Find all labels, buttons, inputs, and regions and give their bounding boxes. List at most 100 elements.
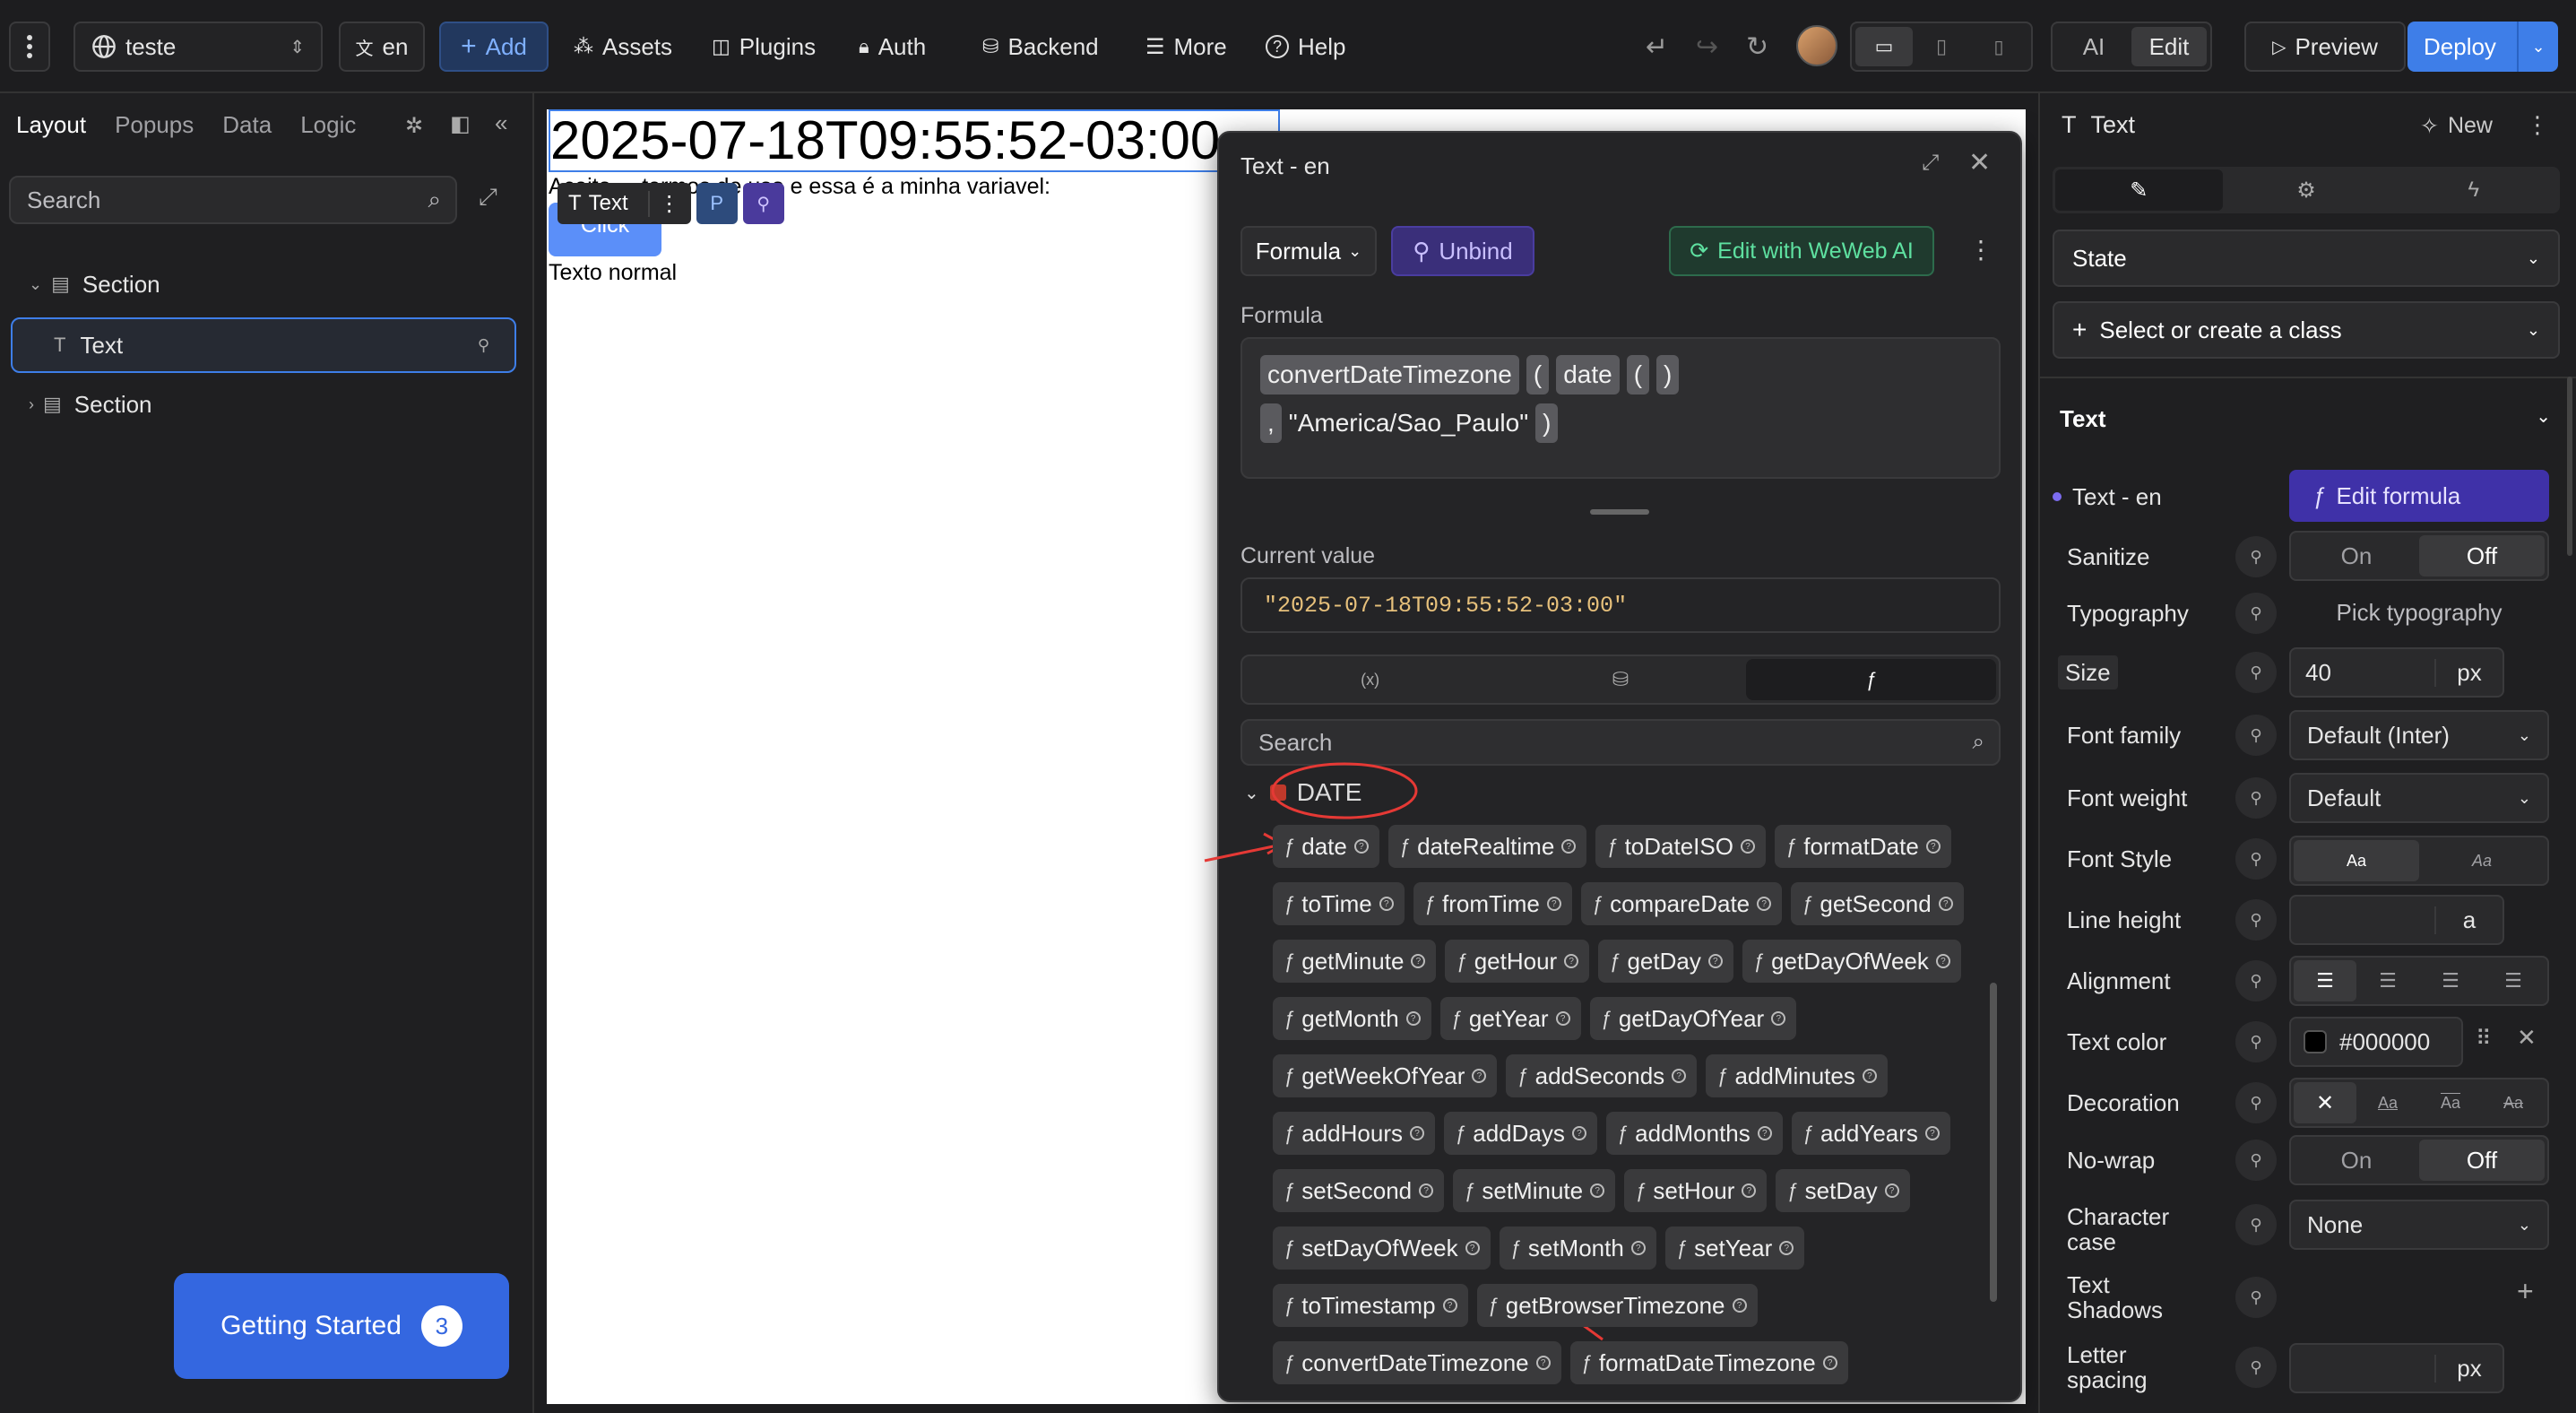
- function-chip[interactable]: ƒ date?: [1273, 825, 1379, 868]
- function-chip[interactable]: ƒ addMonths?: [1605, 1112, 1783, 1155]
- tab-data[interactable]: Data: [222, 111, 272, 139]
- panel-toggle-icon[interactable]: ◧: [450, 111, 471, 137]
- section-title[interactable]: Text ⌄: [2060, 405, 2551, 433]
- function-chip[interactable]: ƒ setDayOfWeek?: [1273, 1227, 1491, 1270]
- tab-style[interactable]: ✎: [2055, 169, 2223, 211]
- bind-typography-icon[interactable]: ⚲: [2235, 593, 2277, 634]
- info-icon[interactable]: ?: [1732, 1298, 1747, 1313]
- function-list-scrollbar[interactable]: [1990, 983, 1997, 1302]
- edit-formula-button[interactable]: ƒ Edit formula: [2289, 470, 2549, 522]
- info-icon[interactable]: ?: [1535, 1356, 1551, 1370]
- assets-button[interactable]: ⁂ Assets: [574, 22, 672, 72]
- tab-layout[interactable]: Layout: [16, 111, 86, 139]
- function-chip[interactable]: ƒ addDays?: [1443, 1112, 1597, 1155]
- bind-text-color-icon[interactable]: ⚲: [2235, 1021, 2277, 1062]
- tab-settings[interactable]: ⚙: [2223, 169, 2390, 211]
- info-icon[interactable]: ?: [1757, 897, 1772, 911]
- function-chip[interactable]: ƒ formatDate?: [1774, 825, 1951, 868]
- canvas-heading[interactable]: 2025-07-18T09:55:52-03:00: [549, 109, 1280, 172]
- info-icon[interactable]: ?: [1757, 1126, 1772, 1140]
- class-select[interactable]: + Select or create a class ⌄: [2053, 301, 2560, 359]
- sanitize-off[interactable]: Off: [2419, 535, 2545, 576]
- element-type-chip[interactable]: T Text ⋮: [558, 183, 691, 224]
- ai-mode-button[interactable]: AI: [2056, 27, 2131, 66]
- unbind-button[interactable]: ⚲ Unbind: [1391, 226, 1534, 276]
- bind-size-icon[interactable]: ⚲: [2235, 652, 2277, 693]
- info-icon[interactable]: ?: [1925, 839, 1941, 854]
- language-selector[interactable]: 文 en: [339, 22, 425, 72]
- info-icon[interactable]: ?: [1442, 1298, 1457, 1313]
- function-chip[interactable]: ƒ compareDate?: [1580, 882, 1783, 925]
- text-color-input[interactable]: #000000: [2289, 1017, 2463, 1067]
- function-chip[interactable]: ƒ setMinute?: [1453, 1169, 1616, 1212]
- property-chip[interactable]: P: [696, 183, 738, 224]
- collapse-panel-icon[interactable]: «: [495, 109, 507, 137]
- tab-popups[interactable]: Popups: [115, 111, 194, 139]
- info-icon[interactable]: ?: [1472, 1069, 1487, 1083]
- deploy-dropdown[interactable]: ⌄: [2517, 22, 2558, 72]
- info-icon[interactable]: ?: [1779, 1241, 1794, 1255]
- info-icon[interactable]: ?: [1561, 839, 1577, 854]
- function-chip[interactable]: ƒ formatDateTimezone?: [1569, 1341, 1848, 1384]
- formula-mode-select[interactable]: Formula ⌄: [1240, 226, 1377, 276]
- function-chip[interactable]: ƒ getMonth?: [1273, 997, 1431, 1040]
- function-chip[interactable]: ƒ addYears?: [1791, 1112, 1950, 1155]
- refresh-button[interactable]: ↻: [1746, 22, 1768, 72]
- project-selector[interactable]: teste ⇕: [73, 22, 323, 72]
- formula-editor[interactable]: convertDateTimezone ( date ( ) , "Americ…: [1240, 337, 2001, 479]
- function-chip[interactable]: ƒ getDayOfYear?: [1589, 997, 1797, 1040]
- bind-font-style-icon[interactable]: ⚲: [2235, 838, 2277, 880]
- align-justify-icon[interactable]: ☰: [2482, 960, 2545, 1001]
- unlink-icon[interactable]: ⚲: [478, 336, 489, 355]
- bind-line-height-icon[interactable]: ⚲: [2235, 899, 2277, 941]
- tab-logic[interactable]: Logic: [300, 111, 356, 139]
- bind-char-case-icon[interactable]: ⚲: [2235, 1204, 2277, 1245]
- align-center-icon[interactable]: ☰: [2356, 960, 2419, 1001]
- main-menu-button[interactable]: [9, 22, 50, 72]
- mobile-view-button[interactable]: ▯: [1970, 27, 2027, 66]
- function-chip[interactable]: ƒ setYear?: [1664, 1227, 1805, 1270]
- function-chip[interactable]: ƒ addSeconds?: [1506, 1054, 1698, 1097]
- tree-item-section[interactable]: › ▤ Section: [11, 377, 516, 432]
- right-panel-scrollbar[interactable]: [2567, 377, 2572, 556]
- font-weight-select[interactable]: Default ⌄: [2289, 773, 2549, 823]
- layers-search[interactable]: Search ⌕: [9, 176, 457, 224]
- letter-spacing-input[interactable]: px: [2289, 1343, 2504, 1393]
- bind-sanitize-icon[interactable]: ⚲: [2235, 536, 2277, 577]
- align-left-icon[interactable]: ☰: [2294, 960, 2356, 1001]
- info-icon[interactable]: ?: [1884, 1183, 1899, 1198]
- info-icon[interactable]: ?: [1555, 1011, 1570, 1026]
- info-icon[interactable]: ?: [1935, 954, 1950, 968]
- info-icon[interactable]: ?: [1630, 1241, 1646, 1255]
- size-input[interactable]: 40 px: [2289, 647, 2504, 698]
- info-icon[interactable]: ?: [1590, 1183, 1605, 1198]
- add-shadow-icon[interactable]: +: [2517, 1275, 2534, 1308]
- help-button[interactable]: ? Help: [1266, 22, 1345, 72]
- char-case-select[interactable]: None ⌄: [2289, 1200, 2549, 1250]
- no-wrap-off[interactable]: Off: [2419, 1140, 2545, 1181]
- kebab-icon[interactable]: ⋮: [647, 190, 680, 217]
- function-chip[interactable]: ƒ setMonth?: [1499, 1227, 1656, 1270]
- tree-item-section[interactable]: ⌄ ▤ Section: [11, 256, 516, 312]
- deploy-button[interactable]: Deploy ⌄: [2407, 22, 2558, 72]
- color-swatch[interactable]: [2304, 1030, 2327, 1053]
- desktop-view-button[interactable]: ▭: [1855, 27, 1913, 66]
- close-icon[interactable]: ✕: [1968, 147, 1991, 178]
- function-chip[interactable]: ƒ addMinutes?: [1706, 1054, 1888, 1097]
- function-chip[interactable]: ƒ convertDateTimezone?: [1273, 1341, 1561, 1384]
- function-chip[interactable]: ƒ getSecond?: [1791, 882, 1964, 925]
- more-button[interactable]: ☰ More: [1145, 22, 1227, 72]
- function-chip[interactable]: ƒ dateRealtime?: [1387, 825, 1587, 868]
- edit-mode-button[interactable]: Edit: [2131, 27, 2207, 66]
- info-icon[interactable]: ?: [1740, 839, 1755, 854]
- function-chip[interactable]: ƒ getWeekOfYear?: [1273, 1054, 1498, 1097]
- function-chip[interactable]: ƒ getBrowserTimezone?: [1476, 1284, 1758, 1327]
- bind-font-family-icon[interactable]: ⚲: [2235, 715, 2277, 756]
- info-icon[interactable]: ?: [1564, 954, 1579, 968]
- decoration-strike[interactable]: Aa: [2482, 1082, 2545, 1123]
- avatar[interactable]: [1796, 25, 1837, 66]
- decoration-overline[interactable]: Aa: [2419, 1082, 2482, 1123]
- info-icon[interactable]: ?: [1465, 1241, 1480, 1255]
- sanitize-on[interactable]: On: [2294, 535, 2419, 576]
- align-right-icon[interactable]: ☰: [2419, 960, 2482, 1001]
